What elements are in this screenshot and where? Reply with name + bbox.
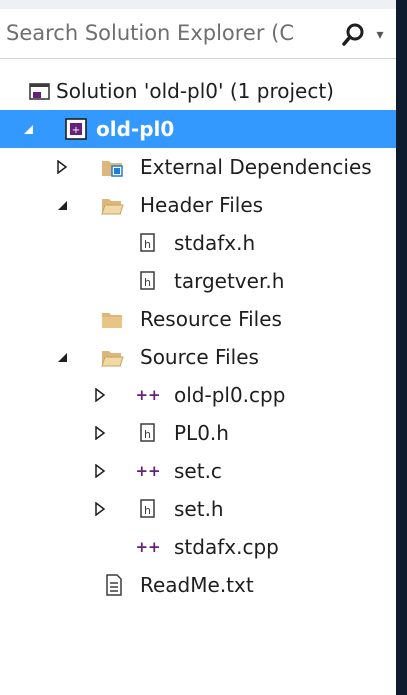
tree-item-targetver-h[interactable]: h targetver.h [0, 262, 396, 300]
tree-item-pl0-h[interactable]: h PL0.h [0, 414, 396, 452]
tree-item-set-c[interactable]: ++ set.c [0, 452, 396, 490]
cpp-file-icon: ++ [136, 383, 160, 407]
tree-item-label: External Dependencies [140, 155, 372, 179]
svg-text:++: ++ [136, 386, 160, 404]
collapse-arrow-icon[interactable] [54, 186, 70, 224]
tree-item-solution[interactable]: Solution 'old-pl0' (1 project) [0, 72, 396, 110]
tree-item-label: stdafx.cpp [174, 535, 279, 559]
tree-item-label: set.c [174, 459, 222, 483]
solution-explorer-panel: ▾ Solution 'old-pl0' (1 project) [0, 0, 407, 695]
svg-text:++: ++ [136, 462, 160, 480]
svg-text:++: ++ [136, 538, 160, 556]
tree-item-label: targetver.h [174, 269, 285, 293]
header-file-icon: h [136, 497, 160, 521]
header-file-icon: h [136, 231, 160, 255]
collapse-arrow-icon[interactable] [20, 110, 36, 148]
expand-arrow-icon[interactable] [92, 490, 108, 528]
header-file-icon: h [136, 269, 160, 293]
tree-item-label: Header Files [140, 193, 264, 217]
panel-right-border [396, 0, 407, 695]
tree-item-label: set.h [174, 497, 224, 521]
tree-item-stdafx-h[interactable]: h stdafx.h [0, 224, 396, 262]
tree-item-source-files[interactable]: Source Files [0, 338, 396, 376]
text-file-icon [102, 573, 126, 597]
cpp-project-icon: + [64, 117, 88, 141]
tree-item-stdafx-cpp[interactable]: ++ stdafx.cpp [0, 528, 396, 566]
open-folder-icon [100, 345, 124, 369]
tree-item-external-dependencies[interactable]: External Dependencies [0, 148, 396, 186]
tree-item-label: old-pl0.cpp [174, 383, 286, 407]
search-options-dropdown[interactable]: ▾ [370, 21, 390, 49]
expand-arrow-icon[interactable] [92, 452, 108, 490]
search-icon[interactable] [340, 21, 368, 49]
svg-text:h: h [144, 504, 151, 517]
folder-icon [100, 307, 124, 331]
search-input[interactable] [6, 15, 334, 51]
cpp-file-icon: ++ [136, 535, 160, 559]
collapse-arrow-icon[interactable] [54, 338, 70, 376]
tree-item-label: PL0.h [174, 421, 229, 445]
expand-arrow-icon[interactable] [92, 414, 108, 452]
header-file-icon: h [136, 421, 160, 445]
tree-item-readme-txt[interactable]: ReadMe.txt [0, 566, 396, 604]
tree-item-label: Source Files [140, 345, 259, 369]
expand-arrow-icon[interactable] [92, 376, 108, 414]
tree-item-header-files[interactable]: Header Files [0, 186, 396, 224]
svg-text:h: h [144, 238, 151, 251]
svg-text:h: h [144, 428, 151, 441]
open-folder-icon [100, 193, 124, 217]
tree-item-label: Solution 'old-pl0' (1 project) [56, 79, 334, 103]
expand-arrow-icon[interactable] [54, 148, 70, 186]
tree-item-label: Resource Files [140, 307, 282, 331]
panel-top-strip [0, 0, 396, 9]
search-bar: ▾ [0, 9, 396, 59]
solution-icon [28, 79, 52, 103]
tree-item-old-pl0-cpp[interactable]: ++ old-pl0.cpp [0, 376, 396, 414]
tree-item-label: old-pl0 [96, 117, 175, 141]
tree-item-label: stdafx.h [174, 231, 256, 255]
tree-item-project[interactable]: + old-pl0 [0, 110, 396, 148]
c-file-icon: ++ [136, 459, 160, 483]
external-dependencies-icon [100, 155, 124, 179]
svg-text:h: h [144, 276, 151, 289]
tree-item-set-h[interactable]: h set.h [0, 490, 396, 528]
tree-item-label: ReadMe.txt [140, 573, 254, 597]
svg-text:+: + [72, 125, 80, 136]
tree-item-resource-files[interactable]: Resource Files [0, 300, 396, 338]
